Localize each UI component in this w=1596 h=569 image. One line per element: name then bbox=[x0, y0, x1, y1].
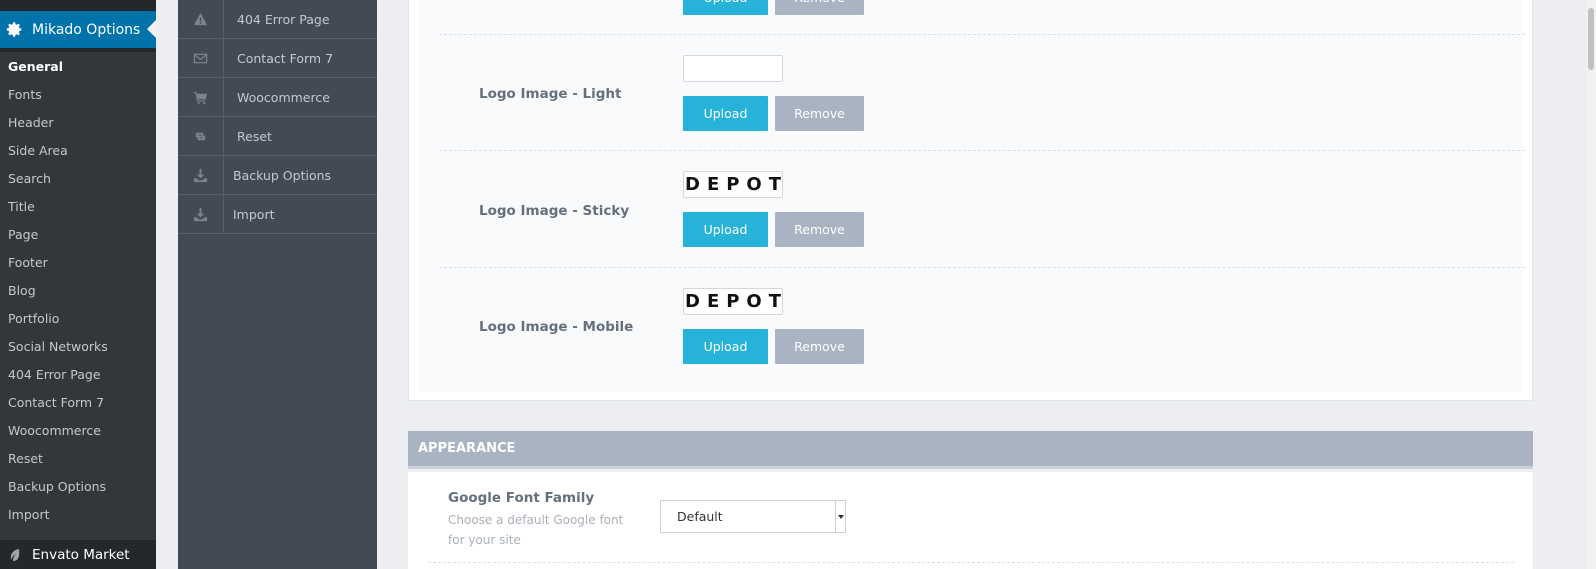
wp-submenu-item-portfolio[interactable]: Portfolio bbox=[8, 311, 59, 326]
row-divider bbox=[439, 34, 1525, 35]
wp-submenu-item-title[interactable]: Title bbox=[8, 199, 35, 214]
upload-label: Upload bbox=[703, 222, 748, 237]
download-icon bbox=[178, 195, 224, 233]
remove-label: Remove bbox=[794, 106, 845, 121]
google-font-description: Choose a default Google font for your si… bbox=[448, 513, 624, 547]
upload-label: Upload bbox=[703, 106, 748, 121]
options-nav-item-contact-form[interactable]: Contact Form 7 bbox=[178, 39, 377, 78]
wp-submenu-item-search[interactable]: Search bbox=[8, 171, 51, 186]
wp-submenu-item-page[interactable]: Page bbox=[8, 227, 38, 242]
appearance-section-body: Google Font Family Choose a default Goog… bbox=[408, 472, 1533, 569]
wp-menu-envato-market[interactable]: Envato Market bbox=[0, 541, 156, 569]
leaf-icon bbox=[10, 549, 20, 561]
logo-mobile-preview: DEPOT bbox=[683, 288, 783, 315]
wp-submenu-item-blog[interactable]: Blog bbox=[8, 283, 36, 298]
logo-light-label: Logo Image - Light bbox=[479, 86, 622, 102]
upload-label: Upload bbox=[703, 339, 748, 354]
wp-submenu: General Fonts Header Side Area Search Ti… bbox=[0, 52, 156, 540]
wp-submenu-item-footer[interactable]: Footer bbox=[8, 255, 48, 270]
logo-sticky-label: Logo Image - Sticky bbox=[479, 203, 630, 219]
google-font-label: Google Font Family bbox=[448, 490, 595, 506]
wp-menu-label: Envato Market bbox=[32, 547, 130, 563]
gear-icon bbox=[6, 22, 22, 37]
options-nav-label: 404 Error Page bbox=[237, 11, 330, 27]
warning-icon bbox=[178, 0, 224, 38]
logo-light-upload-button[interactable]: Upload bbox=[683, 96, 768, 131]
wp-submenu-item-woocommerce[interactable]: Woocommerce bbox=[8, 423, 101, 438]
wp-submenu-item-fonts[interactable]: Fonts bbox=[8, 87, 42, 102]
options-nav-item-reset[interactable]: Reset bbox=[178, 117, 377, 156]
options-nav-item-woocommerce[interactable]: Woocommerce bbox=[178, 78, 377, 117]
active-arrow bbox=[147, 20, 156, 38]
remove-label: Remove bbox=[794, 339, 845, 354]
wp-menu-mikado-options[interactable]: Mikado Options bbox=[0, 11, 156, 48]
remove-label: Remove bbox=[794, 222, 845, 237]
options-nav-label: Backup Options bbox=[233, 167, 332, 183]
wp-submenu-item-side-area[interactable]: Side Area bbox=[8, 143, 68, 158]
row-divider bbox=[439, 150, 1525, 151]
row-divider bbox=[439, 267, 1525, 268]
options-nav-item-import[interactable]: Import bbox=[178, 195, 377, 234]
options-nav-label: Contact Form 7 bbox=[237, 50, 334, 66]
wp-submenu-item-backup[interactable]: Backup Options bbox=[8, 479, 106, 494]
wp-submenu-item-404[interactable]: 404 Error Page bbox=[8, 367, 101, 382]
logo-sticky-remove-button[interactable]: Remove bbox=[775, 212, 864, 247]
wp-submenu-item-contact-form[interactable]: Contact Form 7 bbox=[8, 395, 104, 410]
row-divider bbox=[428, 562, 1514, 563]
logo-light-preview bbox=[683, 55, 783, 82]
upload-label: Upload bbox=[704, 0, 748, 5]
retweet-icon bbox=[178, 117, 224, 155]
google-font-select[interactable]: Default bbox=[660, 500, 846, 533]
upload-button[interactable]: Upload bbox=[683, 0, 768, 15]
logo-preview-text: DEPOT bbox=[685, 291, 789, 312]
wp-submenu-item-social-networks[interactable]: Social Networks bbox=[8, 339, 108, 354]
wp-submenu-item-header[interactable]: Header bbox=[8, 115, 54, 130]
download-icon bbox=[178, 156, 224, 194]
options-nav-label: Import bbox=[233, 206, 275, 222]
logo-sticky-preview: DEPOT bbox=[683, 171, 783, 198]
options-nav-item-backup[interactable]: Backup Options bbox=[178, 156, 377, 195]
logo-mobile-remove-button[interactable]: Remove bbox=[775, 329, 864, 364]
options-nav-label: Reset bbox=[237, 128, 272, 144]
wp-menu-label: Mikado Options bbox=[32, 21, 141, 38]
section-title: APPEARANCE bbox=[418, 441, 516, 456]
chevron-down-icon bbox=[835, 501, 845, 532]
options-nav-label: Woocommerce bbox=[237, 89, 330, 105]
logo-light-remove-button[interactable]: Remove bbox=[775, 96, 864, 131]
select-value: Default bbox=[677, 509, 723, 524]
envelope-icon bbox=[178, 39, 224, 77]
options-nav: 404 Error Page Contact Form 7 Woocommerc… bbox=[178, 0, 377, 569]
wp-submenu-item-general[interactable]: General bbox=[8, 59, 63, 74]
wp-admin-sidebar: Mikado Options General Fonts Header Side… bbox=[0, 0, 156, 569]
logo-sticky-upload-button[interactable]: Upload bbox=[683, 212, 768, 247]
appearance-section-header: APPEARANCE bbox=[408, 431, 1533, 469]
page-scrollbar[interactable] bbox=[1586, 0, 1596, 569]
scrollbar-thumb[interactable] bbox=[1588, 8, 1594, 70]
wp-submenu-item-reset[interactable]: Reset bbox=[8, 451, 43, 466]
logo-mobile-label: Logo Image - Mobile bbox=[479, 319, 634, 335]
logo-preview-text: DEPOT bbox=[685, 174, 789, 195]
wp-submenu-item-import[interactable]: Import bbox=[8, 507, 50, 522]
cart-icon bbox=[178, 78, 224, 116]
logo-mobile-upload-button[interactable]: Upload bbox=[683, 329, 768, 364]
options-nav-item-404[interactable]: 404 Error Page bbox=[178, 0, 377, 39]
logo-panel-inner: Upload Remove Logo Image - Light Upload … bbox=[419, 0, 1525, 392]
logo-panel: Upload Remove Logo Image - Light Upload … bbox=[408, 0, 1533, 401]
remove-button[interactable]: Remove bbox=[775, 0, 864, 15]
remove-label: Remove bbox=[794, 0, 845, 5]
